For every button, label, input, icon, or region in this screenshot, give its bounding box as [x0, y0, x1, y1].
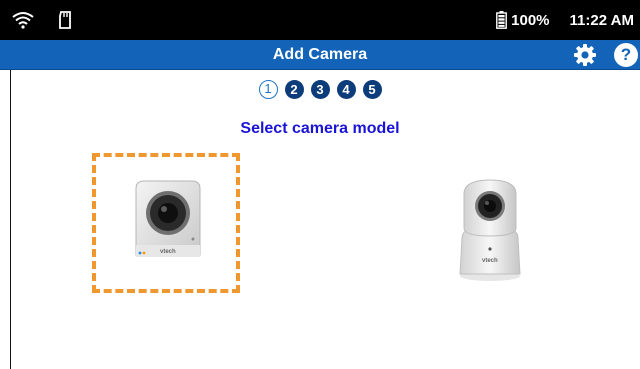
sd-card-icon — [59, 11, 71, 29]
status-bar: 100% 11:22 AM — [0, 0, 640, 40]
clock-time: 11:22 AM — [569, 11, 634, 29]
step-1: 1 — [258, 80, 278, 99]
battery-icon — [496, 11, 508, 29]
pan-tilt-camera-image: vtech — [459, 179, 521, 281]
step-5: 5 — [362, 80, 382, 99]
step-3: 3 — [310, 80, 330, 99]
step-2: 2 — [284, 80, 304, 99]
cube-camera-image: vtech — [135, 180, 201, 257]
status-right: 100% 11:22 AM — [496, 9, 634, 31]
help-icon: ? — [620, 45, 632, 64]
camera-brand: vtech — [160, 249, 176, 255]
app-header: Add Camera ? — [0, 40, 640, 70]
camera-brand: vtech — [482, 258, 498, 264]
gear-icon[interactable] — [573, 43, 597, 67]
status-left — [12, 10, 72, 30]
content-left-border — [10, 70, 11, 369]
step-4: 4 — [336, 80, 356, 99]
page-title: Add Camera — [272, 46, 368, 63]
wifi-icon — [12, 12, 34, 29]
battery-level: 100% — [511, 11, 550, 29]
select-camera-heading: Select camera model — [240, 120, 400, 137]
camera-model-pan-tilt[interactable]: vtech — [418, 160, 558, 290]
camera-model-cube[interactable]: vtech — [92, 153, 240, 293]
step-indicator: 1 2 3 4 5 — [0, 80, 640, 100]
help-button[interactable]: ? — [614, 43, 638, 67]
